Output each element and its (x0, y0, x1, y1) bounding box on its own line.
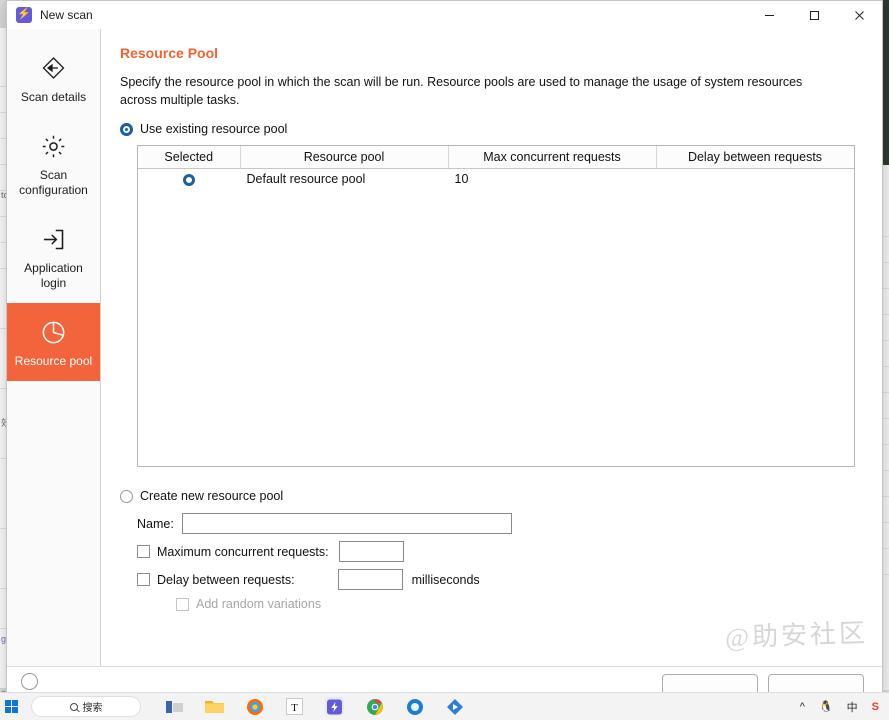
sidebar-item-resource-pool[interactable]: Resource pool (7, 303, 100, 381)
sidebar-item-application-login[interactable]: Application login (7, 210, 100, 303)
max-concurrent-checkbox[interactable] (137, 545, 150, 558)
table-row[interactable]: Default resource pool 10 (138, 168, 854, 190)
search-icon (69, 702, 78, 711)
row-max-concurrent-requests: 10 (454, 172, 469, 187)
sidebar-item-label: Scan configuration (19, 168, 88, 197)
resource-pool-panel: Resource Pool Specify the resource pool … (101, 29, 882, 666)
gear-icon (11, 131, 96, 161)
text-editor-icon[interactable]: T (285, 697, 304, 716)
maximize-button[interactable] (792, 1, 837, 29)
column-header-resource-pool[interactable]: Resource pool (240, 146, 449, 169)
title-bar[interactable]: ⚡ New scan (7, 1, 882, 29)
minimize-button[interactable] (747, 1, 792, 29)
taskbar-apps: T (165, 697, 464, 716)
sidebar-item-scan-details[interactable]: Scan details (7, 39, 100, 117)
burp-suite-icon[interactable] (325, 697, 344, 716)
row-resource-pool: Default resource pool (246, 172, 366, 187)
potplayer-icon[interactable] (445, 697, 464, 716)
windows-taskbar: 搜索 T ^ 🐧 中 S (0, 692, 889, 720)
use-existing-radio[interactable] (120, 122, 133, 136)
search-placeholder: 搜索 (82, 703, 103, 714)
taskbar-search-box[interactable]: 搜索 (31, 696, 141, 717)
sidebar-item-label: Resource pool (14, 354, 93, 368)
random-variations-row: Add random variations (176, 597, 860, 611)
page-description: Specify the resource pool in which the s… (120, 75, 803, 107)
use-existing-radio-row[interactable]: Use existing resource pool (120, 122, 860, 136)
edge-icon[interactable] (405, 697, 424, 716)
delay-checkbox[interactable] (137, 573, 150, 586)
name-row: Name: (137, 513, 860, 534)
sidebar-item-label: Application login (24, 261, 83, 290)
create-new-section: Create new resource pool Name: Maximum c… (120, 489, 860, 611)
column-header-delay-between-requests[interactable]: Delay between requests (656, 146, 854, 169)
random-variations-label: Add random variations (196, 597, 322, 611)
file-explorer-icon[interactable] (205, 697, 224, 716)
login-arrow-icon (11, 224, 96, 254)
task-view-icon[interactable] (165, 697, 184, 716)
qq-icon[interactable]: 🐧 (819, 700, 833, 713)
resource-pool-table[interactable]: Selected Resource pool Max concurrent re… (137, 145, 855, 467)
delay-input[interactable] (337, 569, 403, 590)
scan-details-icon (11, 53, 96, 83)
row-selected-cell[interactable] (138, 168, 240, 190)
sogou-icon[interactable]: S (872, 701, 879, 713)
create-new-label: Create new resource pool (140, 489, 284, 503)
create-new-form: Name: Maximum concurrent requests: Delay… (137, 513, 860, 611)
pie-chart-icon (11, 317, 96, 347)
firefox-icon[interactable] (245, 697, 264, 716)
chevron-up-icon[interactable]: ^ (800, 701, 805, 713)
use-existing-label: Use existing resource pool (140, 122, 288, 136)
system-tray: ^ 🐧 中 S (800, 699, 879, 715)
start-icon[interactable] (5, 700, 18, 713)
svg-text:T: T (291, 702, 298, 714)
column-header-selected[interactable]: Selected (138, 146, 241, 169)
lightning-bolt-icon: ⚡ (16, 6, 32, 23)
create-new-radio-row[interactable]: Create new resource pool (120, 489, 860, 503)
sidebar-item-label: Scan details (20, 90, 87, 104)
sidebar-item-scan-configuration[interactable]: Scan configuration (7, 117, 100, 210)
dialog-body: Scan details Scan configuration Applicat… (7, 29, 882, 666)
create-new-radio[interactable] (120, 489, 133, 503)
wizard-sidebar: Scan details Scan configuration Applicat… (7, 29, 101, 666)
name-input[interactable] (181, 513, 512, 534)
help-icon[interactable] (21, 673, 38, 690)
max-concurrent-row: Maximum concurrent requests: (137, 541, 860, 562)
watermark: @助安社区 (724, 618, 869, 653)
column-header-max-concurrent-requests[interactable]: Max concurrent requests (448, 146, 657, 169)
page-title: Resource Pool (120, 45, 219, 61)
name-label: Name: (137, 516, 174, 531)
close-button[interactable] (837, 1, 882, 29)
window-title: New scan (40, 7, 93, 22)
max-concurrent-label: Maximum concurrent requests: (157, 544, 329, 559)
window-controls (747, 1, 882, 29)
max-concurrent-input[interactable] (338, 541, 404, 562)
chrome-icon[interactable] (365, 697, 384, 716)
table-header-row: Selected Resource pool Max concurrent re… (138, 146, 854, 169)
row-radio[interactable] (182, 173, 195, 186)
new-scan-dialog: ⚡ New scan Scan details Scan configurati… (6, 0, 883, 700)
random-variations-checkbox (176, 597, 189, 611)
delay-row: Delay between requests: milliseconds (137, 569, 860, 590)
delay-unit-label: milliseconds (411, 572, 480, 587)
ime-chinese-icon[interactable]: 中 (847, 699, 858, 715)
row-delay-between-requests (656, 168, 854, 190)
delay-label: Delay between requests: (157, 572, 295, 587)
